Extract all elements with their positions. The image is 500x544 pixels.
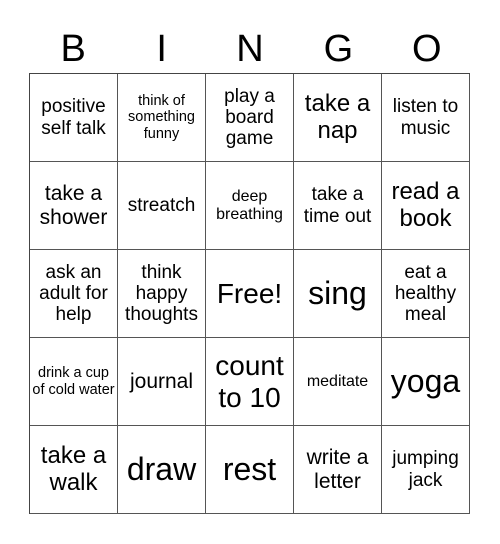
bingo-cell[interactable]: think of something funny [118, 74, 206, 162]
bingo-cell[interactable]: read a book [382, 162, 470, 250]
bingo-header: B I N G O [29, 26, 471, 72]
bingo-cell[interactable]: write a letter [294, 426, 382, 514]
header-letter-n: N [236, 28, 264, 70]
bingo-cell[interactable]: sing [294, 250, 382, 338]
bingo-cell[interactable]: draw [118, 426, 206, 514]
bingo-cell[interactable]: positive self talk [30, 74, 118, 162]
bingo-cell[interactable]: meditate [294, 338, 382, 426]
bingo-cell[interactable]: jumping jack [382, 426, 470, 514]
bingo-cell[interactable]: take a walk [30, 426, 118, 514]
header-letter-i: I [156, 28, 167, 70]
bingo-cell[interactable]: deep breathing [206, 162, 294, 250]
bingo-cell[interactable]: think happy thoughts [118, 250, 206, 338]
bingo-cell[interactable]: eat a healthy meal [382, 250, 470, 338]
free-space-cell[interactable]: Free! [206, 250, 294, 338]
header-letter-g: G [323, 28, 354, 70]
bingo-cell[interactable]: play a board game [206, 74, 294, 162]
bingo-cell[interactable]: drink a cup of cold water [30, 338, 118, 426]
bingo-cell[interactable]: listen to music [382, 74, 470, 162]
header-letter-o: O [412, 28, 442, 70]
bingo-cell[interactable]: yoga [382, 338, 470, 426]
bingo-cell[interactable]: take a nap [294, 74, 382, 162]
bingo-cell[interactable]: take a time out [294, 162, 382, 250]
bingo-cell[interactable]: ask an adult for help [30, 250, 118, 338]
bingo-cell[interactable]: take a shower [30, 162, 118, 250]
bingo-cell[interactable]: count to 10 [206, 338, 294, 426]
bingo-cell[interactable]: streatch [118, 162, 206, 250]
bingo-card-grid: positive self talk think of something fu… [29, 73, 470, 514]
header-letter-b: B [60, 28, 86, 70]
bingo-cell[interactable]: journal [118, 338, 206, 426]
bingo-cell[interactable]: rest [206, 426, 294, 514]
